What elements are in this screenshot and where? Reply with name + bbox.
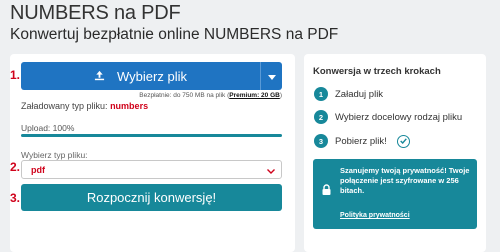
caret-down-icon	[267, 67, 276, 85]
steps-item-1: 1 Załaduj plik	[314, 87, 383, 101]
output-format-value: pdf	[31, 164, 45, 175]
file-limit-note: Bezpłatnie: do 750 MB na plik (Premium: …	[21, 92, 282, 99]
start-conversion-button[interactable]: Rozpocznij konwersję!	[21, 184, 282, 211]
loaded-type-label: Załadowany typ pliku:	[21, 101, 108, 111]
page-subtitle: Konwertuj bezpłatnie online NUMBERS na P…	[10, 26, 339, 43]
step-number-badge: 1	[314, 87, 328, 101]
page-title: NUMBERS na PDF	[10, 2, 181, 24]
steps-item-3: 3 Pobierz plik!	[314, 134, 410, 148]
step-label: Załaduj plik	[335, 88, 384, 100]
chevron-down-icon	[267, 161, 275, 179]
privacy-notice: Szanujemy twoją prywatność! Twoje połącz…	[313, 159, 477, 229]
choose-file-main[interactable]: Wybierz plik	[21, 62, 260, 90]
step-number-badge: 3	[314, 134, 328, 148]
upload-icon	[94, 69, 105, 84]
limit-note-suffix: )	[279, 92, 282, 99]
step-marker-2: 2.	[10, 160, 21, 174]
step-marker-3: 3.	[10, 191, 21, 205]
upload-status: Upload: 100%	[21, 123, 75, 133]
steps-panel: Konwersja w trzech krokach 1 Załaduj pli…	[304, 54, 486, 252]
check-circle-icon	[396, 134, 410, 148]
premium-link[interactable]: Premium: 20 GB	[229, 92, 280, 99]
steps-title: Konwersja w trzech krokach	[313, 66, 441, 77]
steps-item-2: 2 Wybierz docelowy rodzaj pliku	[314, 110, 462, 124]
choose-file-label: Wybierz plik	[117, 68, 187, 84]
output-format-select[interactable]: pdf	[21, 160, 282, 179]
upload-progress-bar	[21, 134, 282, 137]
lock-icon	[321, 183, 332, 201]
choose-file-dropdown[interactable]	[260, 62, 282, 90]
step-marker-1: 1.	[10, 68, 21, 82]
loaded-file-type: Załadowany typ pliku: numbers	[21, 101, 148, 111]
limit-note-prefix: Bezpłatnie: do 750 MB na plik (	[139, 92, 230, 99]
step-label: Wybierz docelowy rodzaj pliku	[335, 111, 463, 123]
loaded-type-value: numbers	[110, 101, 149, 111]
privacy-policy-link[interactable]: Polityka prywatności	[340, 212, 410, 219]
step-label: Pobierz plik!	[335, 135, 387, 147]
choose-file-button[interactable]: Wybierz plik	[21, 62, 282, 90]
select-type-label: Wybierz typ pliku:	[21, 150, 88, 160]
upload-progress-fill	[21, 134, 282, 137]
privacy-text: Szanujemy twoją prywatność! Twoje połącz…	[340, 166, 470, 195]
step-number-badge: 2	[314, 110, 328, 124]
